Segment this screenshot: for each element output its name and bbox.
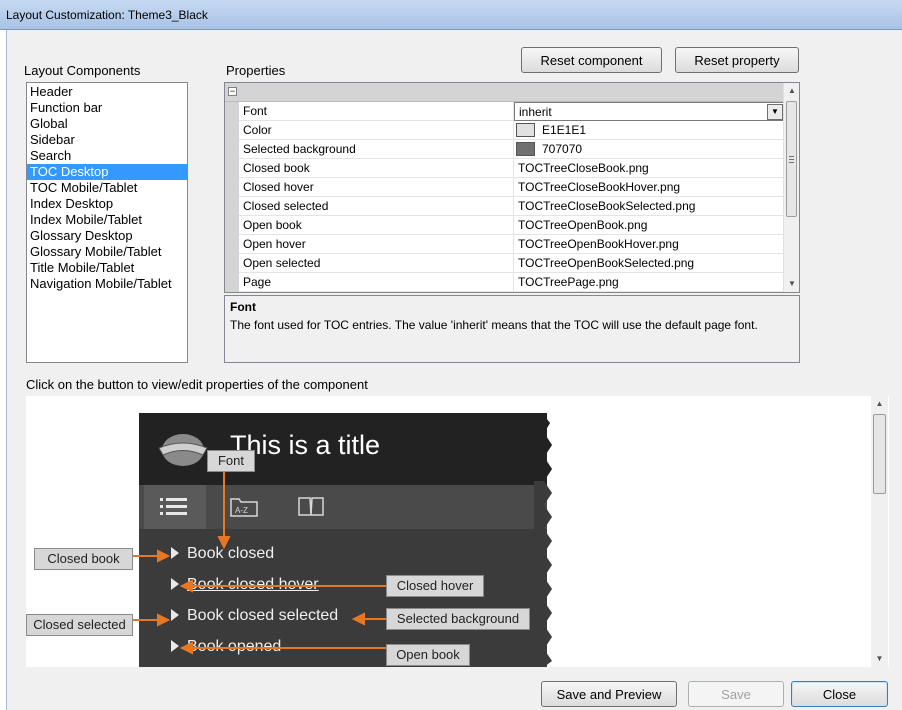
- property-value: inherit: [519, 105, 552, 119]
- property-row-color[interactable]: Color E1E1E1: [225, 121, 785, 140]
- collapse-icon[interactable]: −: [228, 87, 237, 96]
- property-row-closed-hover[interactable]: Closed hover TOCTreeCloseBookHover.png: [225, 178, 785, 197]
- save-button[interactable]: Save: [688, 681, 784, 707]
- property-value[interactable]: TOCTreeCloseBook.png: [514, 159, 785, 178]
- property-description-panel: Font The font used for TOC entries. The …: [224, 295, 800, 363]
- property-row-font[interactable]: Font inherit ▼: [225, 102, 785, 121]
- property-name: Open selected: [239, 254, 514, 273]
- selected-background-value[interactable]: 707070: [514, 140, 785, 159]
- component-item-global[interactable]: Global: [27, 116, 187, 132]
- callout-open-book[interactable]: Open book: [386, 644, 470, 666]
- callout-closed-hover[interactable]: Closed hover: [386, 575, 484, 597]
- component-item-index-mobile[interactable]: Index Mobile/Tablet: [27, 212, 187, 228]
- properties-grid[interactable]: − Font inherit ▼ Color E1E1E1 Selected b…: [224, 82, 800, 293]
- window-title: Layout Customization: Theme3_Black: [6, 8, 208, 22]
- scroll-up-icon[interactable]: ▲: [871, 396, 888, 412]
- component-item-glossary-mobile[interactable]: Glossary Mobile/Tablet: [27, 244, 187, 260]
- component-item-sidebar[interactable]: Sidebar: [27, 132, 187, 148]
- property-value: 707070: [542, 142, 583, 156]
- component-item-index-desktop[interactable]: Index Desktop: [27, 196, 187, 212]
- scroll-down-icon[interactable]: ▼: [871, 651, 888, 667]
- properties-label: Properties: [226, 63, 286, 78]
- preview-instruction: Click on the button to view/edit propert…: [26, 377, 368, 392]
- chevron-down-icon[interactable]: ▼: [767, 104, 783, 120]
- description-title: Font: [230, 300, 256, 314]
- property-value[interactable]: TOCTreeOpenBook.png: [514, 216, 785, 235]
- component-item-glossary-desktop[interactable]: Glossary Desktop: [27, 228, 187, 244]
- property-name: Selected background: [239, 140, 514, 159]
- save-and-preview-button[interactable]: Save and Preview: [541, 681, 677, 707]
- property-row-closed-book[interactable]: Closed book TOCTreeCloseBook.png: [225, 159, 785, 178]
- component-item-title-mobile[interactable]: Title Mobile/Tablet: [27, 260, 187, 276]
- color-value[interactable]: E1E1E1: [514, 121, 785, 140]
- property-row-open-book[interactable]: Open book TOCTreeOpenBook.png: [225, 216, 785, 235]
- property-row-selected-background[interactable]: Selected background 707070: [225, 140, 785, 159]
- layout-components-list[interactable]: Header Function bar Global Sidebar Searc…: [26, 82, 188, 363]
- property-name: Font: [239, 102, 514, 121]
- window-titlebar: Layout Customization: Theme3_Black: [0, 0, 902, 30]
- property-value[interactable]: TOCTreeCloseBookHover.png: [514, 178, 785, 197]
- component-item-header[interactable]: Header: [27, 84, 187, 100]
- layout-components-label: Layout Components: [24, 63, 141, 78]
- property-name: Closed book: [239, 159, 514, 178]
- reset-property-button[interactable]: Reset property: [675, 47, 799, 73]
- callout-selected-background[interactable]: Selected background: [386, 608, 530, 630]
- callout-closed-book[interactable]: Closed book: [34, 548, 133, 570]
- property-value[interactable]: TOCTreePage.png: [514, 273, 785, 292]
- component-item-search[interactable]: Search: [27, 148, 187, 164]
- property-name: Page: [239, 273, 514, 292]
- scroll-down-icon[interactable]: ▼: [784, 276, 799, 292]
- description-text: The font used for TOC entries. The value…: [230, 318, 758, 332]
- color-swatch: [516, 123, 535, 137]
- property-row-open-hover[interactable]: Open hover TOCTreeOpenBookHover.png: [225, 235, 785, 254]
- callout-font[interactable]: Font: [207, 450, 255, 472]
- property-row-closed-selected[interactable]: Closed selected TOCTreeCloseBookSelected…: [225, 197, 785, 216]
- properties-group-header: −: [225, 83, 785, 102]
- property-value[interactable]: TOCTreeCloseBookSelected.png: [514, 197, 785, 216]
- properties-scrollbar[interactable]: ▲ ▼: [783, 83, 799, 292]
- scrollbar-thumb[interactable]: [873, 414, 886, 494]
- property-value: E1E1E1: [542, 123, 587, 137]
- close-button[interactable]: Close: [791, 681, 888, 707]
- callout-closed-selected[interactable]: Closed selected: [26, 614, 133, 636]
- property-name: Open hover: [239, 235, 514, 254]
- scroll-up-icon[interactable]: ▲: [784, 83, 799, 99]
- property-name: Open book: [239, 216, 514, 235]
- component-item-navigation-mobile[interactable]: Navigation Mobile/Tablet: [27, 276, 187, 292]
- property-name: Color: [239, 121, 514, 140]
- color-swatch: [516, 142, 535, 156]
- font-select[interactable]: inherit ▼: [514, 102, 785, 121]
- component-preview[interactable]: This is a title A-Z Book closed Book clo…: [26, 396, 889, 667]
- preview-scrollbar[interactable]: ▲ ▼: [871, 396, 888, 667]
- property-name: Closed selected: [239, 197, 514, 216]
- property-value[interactable]: TOCTreeOpenBookSelected.png: [514, 254, 785, 273]
- scrollbar-thumb[interactable]: [786, 101, 797, 217]
- property-name: Closed hover: [239, 178, 514, 197]
- property-row-page[interactable]: Page TOCTreePage.png: [225, 273, 785, 292]
- component-item-function-bar[interactable]: Function bar: [27, 100, 187, 116]
- property-value[interactable]: TOCTreeOpenBookHover.png: [514, 235, 785, 254]
- component-item-toc-mobile[interactable]: TOC Mobile/Tablet: [27, 180, 187, 196]
- component-item-toc-desktop[interactable]: TOC Desktop: [27, 164, 187, 180]
- reset-component-button[interactable]: Reset component: [521, 47, 662, 73]
- property-row-open-selected[interactable]: Open selected TOCTreeOpenBookSelected.pn…: [225, 254, 785, 273]
